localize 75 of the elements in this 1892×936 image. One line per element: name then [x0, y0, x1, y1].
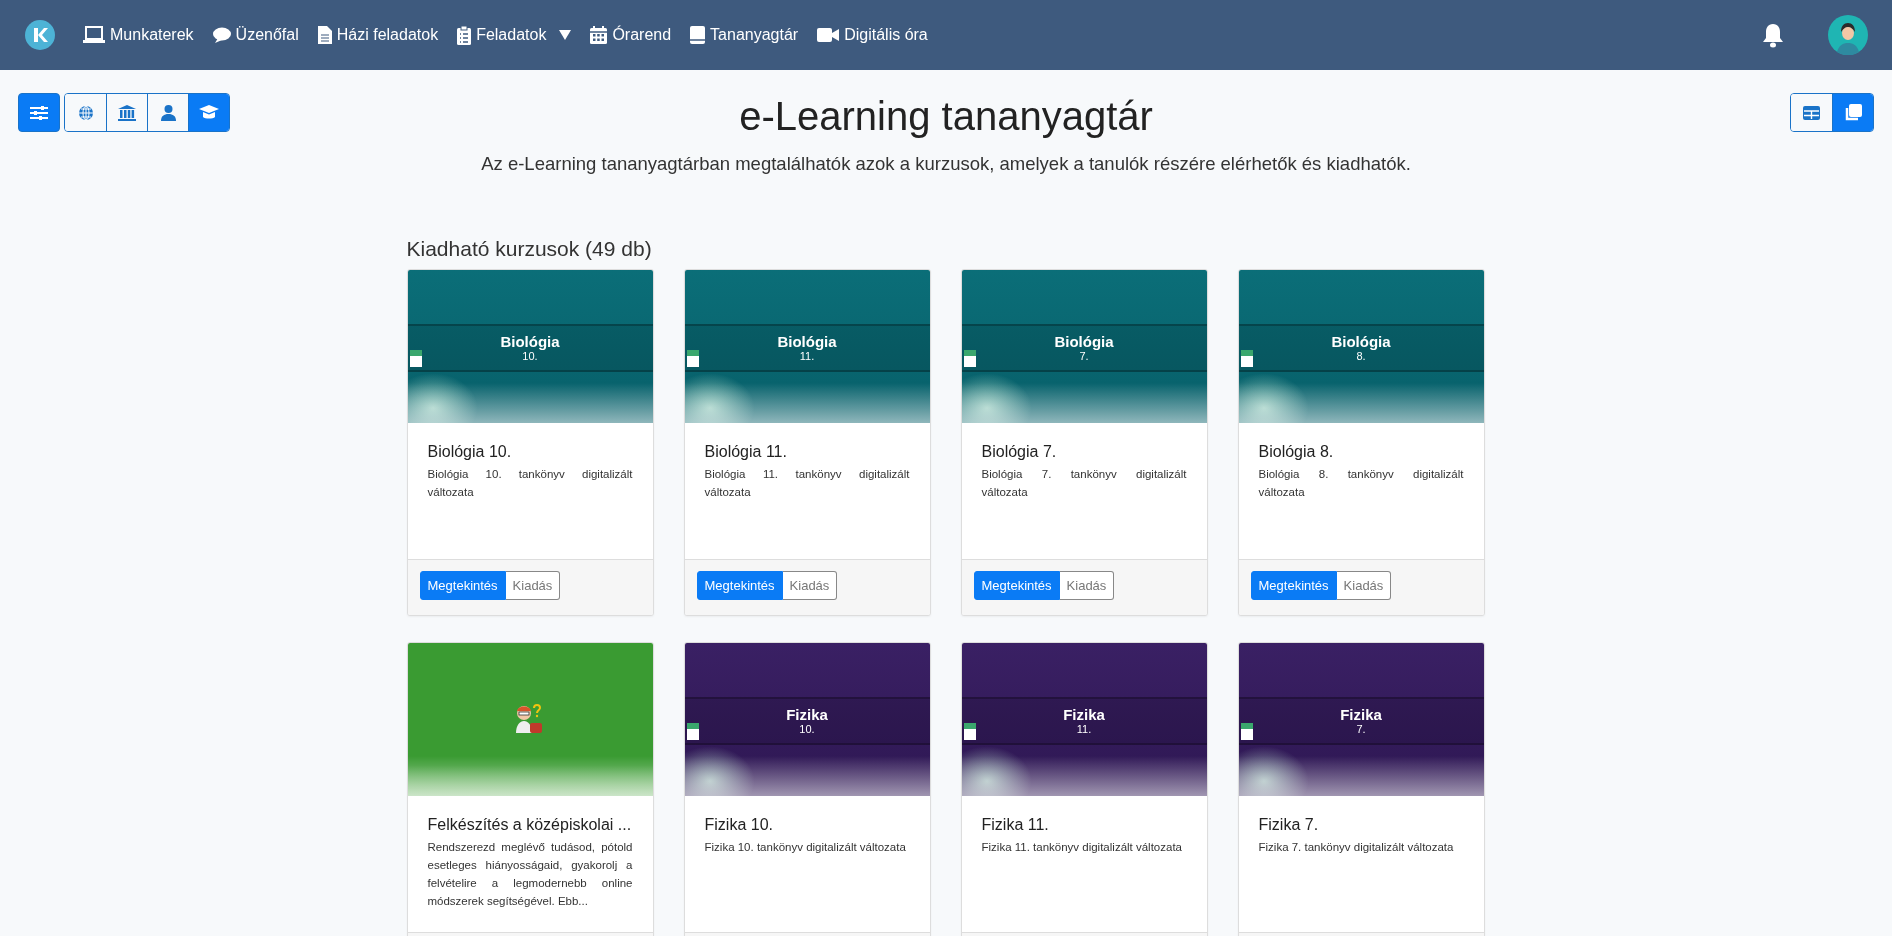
nav-link[interactable]: Tananyagtár [690, 26, 799, 44]
course-description: Biológia 10. tankönyv digitalizált változata [427, 467, 633, 500]
publisher-logo-icon [963, 350, 976, 367]
view-button[interactable]: Megtekintés [696, 571, 783, 600]
cover-grade: 11. [799, 350, 815, 363]
course-description: Biológia 7. tankönyv digitalizált változata [981, 467, 1187, 500]
cover-grade: 10. [799, 723, 815, 736]
sliders-icon [30, 104, 48, 121]
page-subtitle: Az e-Learning tananyagtárban megtalálhatók azok a kurzusok, amelyek a tanulók részére elérhetők és kiadhatók. [480, 153, 1412, 175]
logo-icon[interactable] [25, 20, 55, 50]
course-title: Biológia 11. [704, 443, 788, 461]
course-title: Fizika 7. [1258, 816, 1320, 834]
course-title: Biológia 7. [981, 443, 1058, 461]
calendar-icon [590, 26, 608, 44]
course-description: Rendszerezd meglévő tudásod, pótold esetleges hiányosságaid, gyakorolj a felvételire a legmodernebb online módszerek segítségével. Ebb... [427, 840, 633, 909]
cover-grade: 10. [522, 350, 538, 363]
course-title: Fizika 11. [981, 816, 1050, 834]
assign-button[interactable]: Kiadás [782, 571, 838, 600]
page-title: e-Learning tananyagtár [738, 93, 1154, 139]
cover-grade: 8. [1356, 350, 1366, 363]
nav-link[interactable]: Üzenőfal [212, 26, 299, 44]
course-description: Biológia 8. tankönyv digitalizált változata [1258, 467, 1464, 500]
book-icon [690, 26, 706, 44]
cover-title: Biológia [500, 333, 560, 350]
course-title: Biológia 10. [427, 443, 513, 461]
clipboard-icon [457, 25, 472, 45]
cover-title: Biológia [1054, 333, 1114, 350]
user-icon [160, 104, 176, 121]
assign-button[interactable]: Kiadás [505, 571, 561, 600]
video-camera-icon [817, 28, 840, 42]
publisher-logo-icon [409, 350, 422, 367]
assign-button[interactable]: Kiadás [1336, 571, 1392, 600]
table-icon [1803, 105, 1820, 120]
publisher-logo-icon [963, 723, 976, 740]
publisher-logo-icon [686, 350, 699, 367]
course-title: Fizika 10. [704, 816, 774, 834]
filter-settings-button[interactable] [18, 93, 60, 132]
notification-bell-icon[interactable] [1762, 22, 1784, 48]
view-button[interactable]: Megtekintés [419, 571, 506, 600]
publisher-logo-icon [1240, 350, 1253, 367]
columned-building-icon [118, 104, 136, 121]
course-description: Biológia 11. tankönyv digitalizált változata [704, 467, 910, 500]
nav-link[interactable]: Digitális óra [817, 26, 928, 44]
course-description: Fizika 11. tankönyv digitalizált változata [981, 840, 1183, 855]
globe-icon [77, 104, 94, 121]
cover-title: Fizika [1063, 706, 1105, 723]
document-icon [317, 26, 332, 44]
cover-grade: 11. [1076, 723, 1092, 736]
nav-link[interactable]: Órarend [590, 26, 672, 44]
publisher-logo-icon [686, 723, 699, 740]
course-description: Fizika 7. tankönyv digitalizált változata [1258, 840, 1455, 855]
course-title: Felkészítés a középiskolai ... [427, 816, 633, 834]
scope-filter-button[interactable] [188, 94, 229, 131]
assign-button[interactable]: Kiadás [1059, 571, 1115, 600]
view-mode-button[interactable] [1832, 94, 1873, 131]
publisher-logo-icon [1240, 723, 1253, 740]
cover-title: Biológia [777, 333, 837, 350]
nav-link[interactable]: Házi feladatok [317, 26, 439, 44]
cover-title: Fizika [786, 706, 828, 723]
cover-title: Biológia [1331, 333, 1391, 350]
stacked-squares-icon [1844, 103, 1862, 122]
cover-grade: 7. [1356, 723, 1366, 736]
cover-grade: 7. [1079, 350, 1089, 363]
nav-link[interactable]: Feladatok [457, 25, 572, 45]
avatar-icon[interactable] [1828, 15, 1868, 55]
view-button[interactable]: Megtekintés [1250, 571, 1337, 600]
nav-link[interactable]: Munkaterek [83, 26, 194, 44]
cover-title: Fizika [1340, 706, 1382, 723]
laptop-icon [83, 26, 105, 44]
speech-bubble-icon [212, 27, 231, 43]
graduation-cap-icon [199, 105, 219, 120]
section-title: Kiadható kurzusok (49 db) [406, 236, 653, 262]
course-description: Fizika 10. tankönyv digitalizált változata [704, 840, 907, 855]
view-button[interactable]: Megtekintés [973, 571, 1060, 600]
course-title: Biológia 8. [1258, 443, 1335, 461]
